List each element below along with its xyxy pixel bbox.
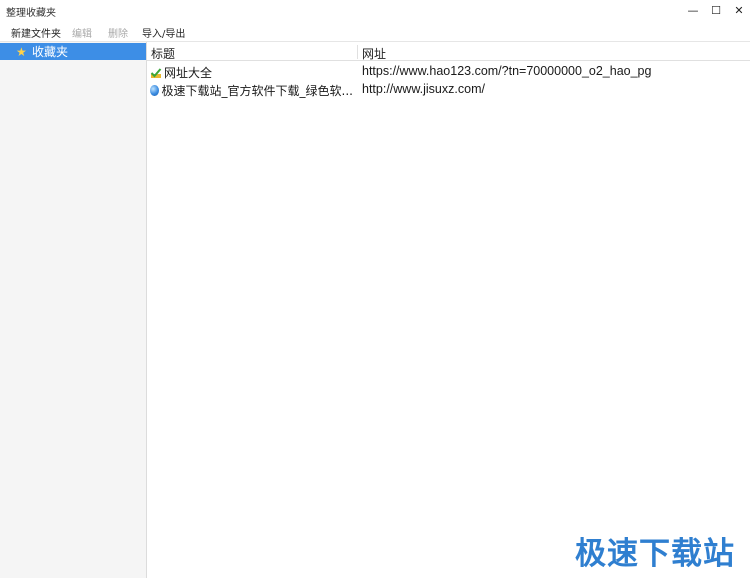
new-folder-button[interactable]: 新建文件夹 bbox=[11, 25, 61, 40]
bookmark-title-cell: 极速下载站_官方软件下载_绿色软... bbox=[150, 82, 353, 99]
maximize-button[interactable]: ☐ bbox=[705, 1, 727, 19]
delete-button[interactable]: 删除 bbox=[108, 25, 128, 40]
bookmark-title: 网址大全 bbox=[164, 66, 213, 80]
sidebar-item-favorites[interactable]: ★ 收藏夹 bbox=[0, 43, 146, 60]
bookmark-title-cell: 网址大全 bbox=[150, 64, 353, 81]
table-row[interactable]: 网址大全 https://www.hao123.com/?tn=70000000… bbox=[147, 62, 750, 80]
toolbar: 新建文件夹 编辑 删除 导入/导出 bbox=[0, 21, 750, 42]
bookmark-url: http://www.jisuxz.com/ bbox=[362, 82, 485, 96]
column-divider[interactable] bbox=[357, 45, 358, 59]
bookmark-title: 极速下载站_官方软件下载_绿色软... bbox=[161, 84, 353, 98]
bookmark-list: 标题 网址 网址大全 https://www.hao123.com/?tn=70… bbox=[147, 42, 750, 578]
sidebar-item-label: 收藏夹 bbox=[32, 45, 69, 59]
bookmark-url: https://www.hao123.com/?tn=70000000_o2_h… bbox=[362, 64, 652, 78]
column-url-header[interactable]: 网址 bbox=[362, 45, 386, 62]
watermark-logo: 极速下载站 bbox=[575, 536, 735, 572]
globe-icon bbox=[150, 85, 159, 96]
window-title: 整理收藏夹 bbox=[6, 8, 56, 19]
import-export-button[interactable]: 导入/导出 bbox=[142, 25, 185, 40]
column-title-header[interactable]: 标题 bbox=[151, 45, 175, 62]
edit-button[interactable]: 编辑 bbox=[72, 25, 92, 40]
check-favicon-icon bbox=[150, 67, 162, 79]
title-bar: 整理收藏夹 — ☐ ✕ bbox=[0, 0, 750, 20]
star-icon: ★ bbox=[16, 44, 27, 59]
table-row[interactable]: 极速下载站_官方软件下载_绿色软... http://www.jisuxz.co… bbox=[147, 80, 750, 98]
minimize-button[interactable]: — bbox=[682, 1, 704, 19]
close-button[interactable]: ✕ bbox=[728, 1, 750, 19]
column-header: 标题 网址 bbox=[147, 43, 750, 61]
folder-tree: ★ 收藏夹 bbox=[0, 42, 147, 578]
